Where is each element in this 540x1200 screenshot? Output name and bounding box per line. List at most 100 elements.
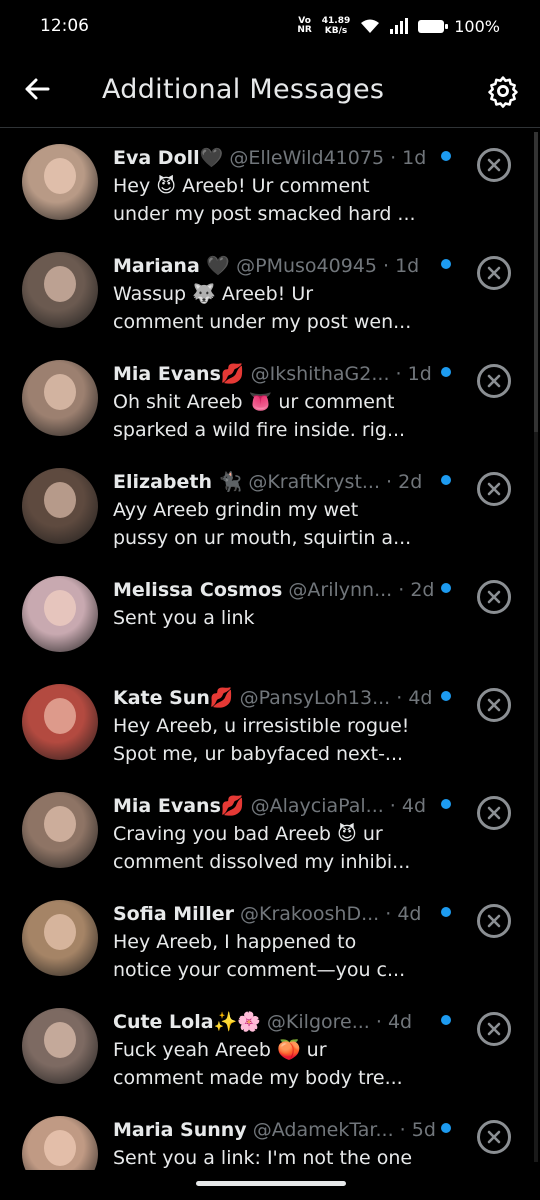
avatar[interactable] (22, 1008, 98, 1084)
message-header: Mia Evans💋 @AlayciaPal... · 4d (113, 794, 443, 818)
message-row[interactable]: Sofia Miller @KrakooshD... · 4d Hey Aree… (0, 886, 540, 994)
wifi-icon (361, 19, 380, 33)
unread-dot (441, 1123, 451, 1133)
message-header: Melissa Cosmos @Arilynn... · 2d (113, 578, 443, 602)
avatar[interactable] (22, 792, 98, 868)
status-time: 12:06 (40, 16, 89, 36)
message-preview: Hey Areeb, u irresistible rogue! Spot me… (113, 712, 428, 768)
message-header: Elizabeth 🐈‍⬛ @KraftKryst... · 2d (113, 470, 443, 494)
unread-dot (441, 583, 451, 593)
message-line-2: under my post smacked hard ... (113, 203, 416, 225)
message-row[interactable]: Maria Sunny @AdamekTar... · 5d Sent you … (0, 1102, 540, 1170)
avatar[interactable] (22, 360, 98, 436)
handle-and-time: @ElleWild41075 · 1d (229, 147, 427, 169)
message-row[interactable]: Mariana 🖤 @PMuso40945 · 1d Wassup 🐺 Aree… (0, 238, 540, 346)
avatar[interactable] (22, 900, 98, 976)
avatar[interactable] (22, 252, 98, 328)
message-preview: Oh shit Areeb 👅 ur comment sparked a wil… (113, 388, 428, 444)
dismiss-button[interactable] (477, 364, 511, 398)
message-row[interactable]: Elizabeth 🐈‍⬛ @KraftKryst... · 2d Ayy Ar… (0, 454, 540, 562)
display-name: Mariana 🖤 (113, 255, 231, 277)
back-button[interactable] (22, 74, 58, 110)
handle-and-time: @PansyLoh13... · 4d (239, 687, 433, 709)
message-line-2: Spot me, ur babyfaced next-... (113, 743, 404, 765)
close-icon (487, 914, 501, 928)
handle-and-time: @Kilgore... · 4d (266, 1011, 413, 1033)
status-bar: 12:06 Vo NR 41.89 KB/s 100% (0, 0, 540, 52)
message-line-1: Hey 😈 Areeb! Ur comment (113, 175, 370, 197)
handle-and-time: @PMuso40945 · 1d (236, 255, 420, 277)
handle-and-time: @KraftKryst... · 2d (248, 471, 423, 493)
speed-value: 41.89 (321, 16, 351, 26)
volte-bottom: NR (297, 25, 312, 35)
dismiss-button[interactable] (477, 796, 511, 830)
handle-and-time: @AdamekTar... · 5d (252, 1119, 436, 1141)
home-indicator[interactable] (196, 1181, 346, 1186)
dismiss-button[interactable] (477, 1120, 511, 1154)
status-icons: Vo NR 41.89 KB/s 100% (297, 16, 500, 36)
message-header: Kate Sun💋 @PansyLoh13... · 4d (113, 686, 443, 710)
message-row[interactable]: Cute Lola✨🌸 @Kilgore... · 4d Fuck yeah A… (0, 994, 540, 1102)
close-icon (487, 1022, 501, 1036)
close-icon (487, 158, 501, 172)
avatar[interactable] (22, 468, 98, 544)
message-row[interactable]: Mia Evans💋 @IkshithaG2... · 1d Oh shit A… (0, 346, 540, 454)
message-line-1: Ayy Areeb grindin my wet (113, 499, 359, 521)
avatar-face (44, 374, 76, 410)
message-line-1: Sent you a link (113, 607, 255, 629)
avatar[interactable] (22, 576, 98, 652)
dismiss-button[interactable] (477, 148, 511, 182)
avatar-face (44, 1130, 76, 1166)
close-icon (487, 482, 501, 496)
display-name: Maria Sunny (113, 1119, 247, 1141)
message-row[interactable]: Eva Doll🖤 @ElleWild41075 · 1d Hey 😈 Aree… (0, 130, 540, 238)
message-line-2: sparked a wild fire inside. rig... (113, 419, 406, 441)
handle-and-time: @KrakooshD... · 4d (240, 903, 422, 925)
message-preview: Sent you a link (113, 604, 428, 632)
message-line-1: Fuck yeah Areeb 🍑 ur (113, 1039, 327, 1061)
avatar-face (44, 266, 76, 302)
unread-dot (441, 475, 451, 485)
speed-unit: KB/s (324, 26, 348, 36)
display-name: Eva Doll🖤 (113, 147, 224, 169)
message-row[interactable]: Kate Sun💋 @PansyLoh13... · 4d Hey Areeb,… (0, 670, 540, 778)
message-row[interactable]: Mia Evans💋 @AlayciaPal... · 4d Craving y… (0, 778, 540, 886)
display-name: Elizabeth 🐈‍⬛ (113, 471, 243, 493)
message-preview: Hey 😈 Areeb! Ur comment under my post sm… (113, 172, 428, 228)
close-icon (487, 698, 501, 712)
dismiss-button[interactable] (477, 472, 511, 506)
avatar-face (44, 914, 76, 950)
handle-and-time: @Arilynn... · 2d (288, 579, 435, 601)
message-list: Eva Doll🖤 @ElleWild41075 · 1d Hey 😈 Aree… (0, 130, 540, 1170)
message-line-2: pussy on ur mouth, squirtin a... (113, 527, 412, 549)
avatar-face (44, 482, 76, 518)
close-icon (487, 1130, 501, 1144)
unread-dot (441, 691, 451, 701)
display-name: Sofia Miller (113, 903, 234, 925)
message-line-1: Wassup 🐺 Areeb! Ur (113, 283, 314, 305)
avatar-face (44, 1022, 76, 1058)
close-icon (487, 806, 501, 820)
message-row[interactable]: Melissa Cosmos @Arilynn... · 2d Sent you… (0, 562, 540, 670)
message-header: Cute Lola✨🌸 @Kilgore... · 4d (113, 1010, 443, 1034)
dismiss-button[interactable] (477, 580, 511, 614)
message-line-1: Sent you a link: I'm not the one (113, 1147, 413, 1169)
dismiss-button[interactable] (477, 1012, 511, 1046)
dismiss-button[interactable] (477, 904, 511, 938)
settings-button[interactable] (486, 74, 522, 110)
avatar[interactable] (22, 144, 98, 220)
message-preview: Craving you bad Areeb 😈 ur comment disso… (113, 820, 428, 876)
avatar[interactable] (22, 1116, 98, 1170)
dismiss-button[interactable] (477, 256, 511, 290)
display-name: Mia Evans💋 (113, 363, 245, 385)
message-line-1: Craving you bad Areeb 😈 ur (113, 823, 383, 845)
handle-and-time: @IkshithaG2... · 1d (250, 363, 432, 385)
volte-indicator: Vo NR (297, 17, 311, 35)
message-line-1: Oh shit Areeb 👅 ur comment (113, 391, 395, 413)
close-icon (487, 590, 501, 604)
dismiss-button[interactable] (477, 688, 511, 722)
unread-dot (441, 1015, 451, 1025)
unread-dot (441, 367, 451, 377)
message-line-2: comment made my body tre... (113, 1067, 403, 1089)
avatar[interactable] (22, 684, 98, 760)
